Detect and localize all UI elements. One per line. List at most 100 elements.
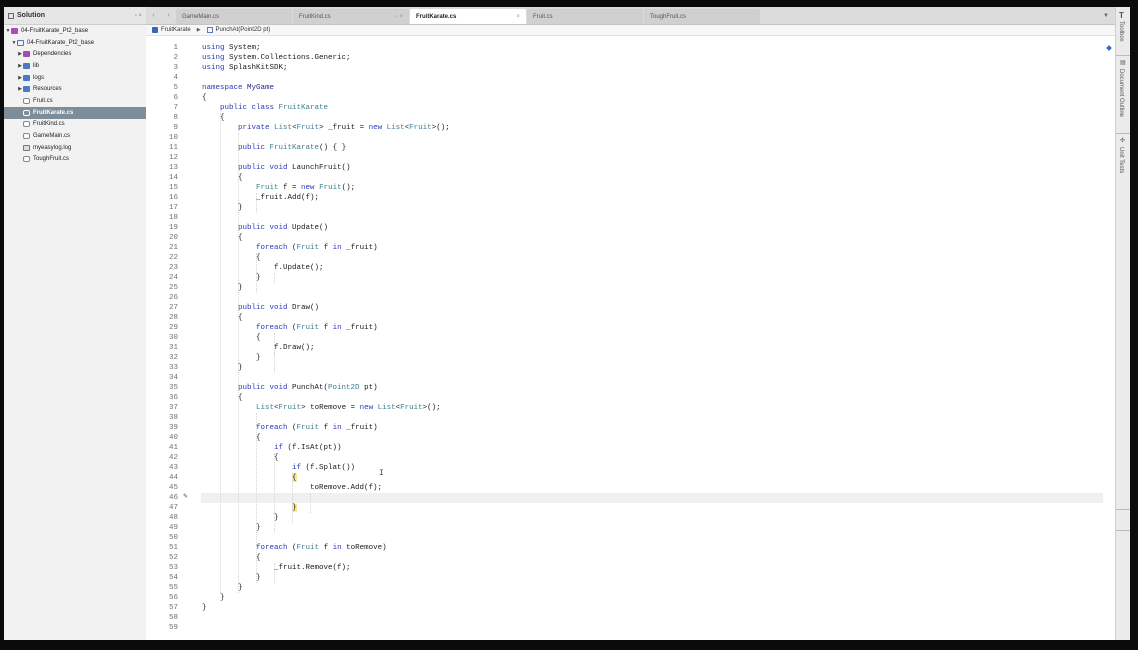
code-line[interactable]: public void LaunchFruit() bbox=[202, 163, 351, 173]
solution-tree-item[interactable]: ▼ 04-FruitKarate_Pt2_base bbox=[4, 25, 146, 37]
code-line[interactable]: } bbox=[202, 363, 243, 373]
ide-window: Solution ▫ × ▼ 04-FruitKarate_Pt2_base ▼ 04… bbox=[4, 7, 1130, 640]
breadcrumb-class[interactable]: FruitKarate bbox=[161, 27, 191, 33]
code-line[interactable]: using System; bbox=[202, 43, 261, 53]
line-number: 11 bbox=[168, 144, 178, 152]
line-number: 56 bbox=[168, 594, 178, 602]
code-line[interactable]: { bbox=[202, 113, 225, 123]
code-line[interactable]: } bbox=[202, 523, 261, 533]
code-line[interactable]: } bbox=[202, 593, 225, 603]
tab-close-icon[interactable]: ▫ × bbox=[396, 14, 403, 20]
code-line[interactable]: public class FruitKarate bbox=[202, 103, 328, 113]
code-line[interactable]: public FruitKarate() { } bbox=[202, 143, 346, 153]
breadcrumb-separator-icon: ▶ bbox=[196, 27, 201, 33]
solution-tree-item[interactable]: ToughFruit.cs bbox=[4, 154, 146, 166]
breadcrumb-member[interactable]: PunchAt(Point2D pt) bbox=[216, 27, 271, 33]
line-number: 1 bbox=[173, 44, 178, 52]
code-line[interactable]: } bbox=[202, 513, 279, 523]
toolbox-icon[interactable]: T bbox=[1119, 11, 1125, 20]
solution-tree-item[interactable]: ▶ logs bbox=[4, 72, 146, 84]
solution-tree-item[interactable]: FruitKind.cs bbox=[4, 119, 146, 131]
tab-navigation: ‹ › bbox=[146, 12, 176, 19]
indent-guide bbox=[238, 133, 239, 593]
solution-tree-item[interactable]: GameMain.cs bbox=[4, 130, 146, 142]
code-line[interactable]: { bbox=[202, 233, 243, 243]
code-line[interactable]: public void PunchAt(Point2D pt) bbox=[202, 383, 378, 393]
line-number: 16 bbox=[168, 194, 178, 202]
editor-tab[interactable]: FruitKarate.cs × bbox=[410, 9, 526, 24]
unit-tests-icon[interactable]: ✣ bbox=[1120, 137, 1126, 144]
solution-tree-item[interactable]: ▼ 04-FruitKarate_Pt2_base bbox=[4, 37, 146, 49]
line-number: 34 bbox=[168, 374, 178, 382]
code-line[interactable]: if (f.IsAt(pt)) bbox=[202, 443, 342, 453]
line-number: 15 bbox=[168, 184, 178, 192]
line-number: 49 bbox=[168, 524, 178, 532]
editor-tab[interactable]: Fruit.cs bbox=[527, 9, 643, 24]
code-line[interactable]: foreach (Fruit f in _fruit) bbox=[202, 423, 378, 433]
code-line[interactable]: foreach (Fruit f in toRemove) bbox=[202, 543, 387, 553]
pad-document-outline[interactable]: Document Outline bbox=[1118, 69, 1124, 117]
code-line[interactable]: { bbox=[202, 433, 261, 443]
line-number: 59 bbox=[168, 624, 178, 632]
code-editor[interactable]: 1 using System; 2 using System.Collections.… bbox=[146, 36, 1115, 640]
editor-tab[interactable]: GameMain.cs bbox=[176, 9, 292, 24]
code-line[interactable]: using System.Collections.Generic; bbox=[202, 53, 351, 63]
code-line[interactable]: private List<Fruit> _fruit = new List<Fr… bbox=[202, 123, 450, 133]
code-line[interactable]: { bbox=[202, 473, 297, 483]
pads-strip: T Toolbox ▤ Document Outline ✣ Unit Test… bbox=[1115, 7, 1130, 640]
code-line[interactable]: { bbox=[202, 393, 243, 403]
code-line[interactable]: foreach (Fruit f in _fruit) bbox=[202, 243, 378, 253]
tab-dropdown-icon[interactable]: ▼ bbox=[1103, 13, 1109, 19]
solution-tree-item[interactable]: FruitKarate.cs bbox=[4, 106, 146, 119]
code-line[interactable]: } bbox=[202, 503, 297, 513]
code-line[interactable]: } bbox=[202, 283, 243, 293]
line-number: 42 bbox=[168, 454, 178, 462]
editor-tab[interactable]: FruitKind.cs ▫ × bbox=[293, 9, 409, 24]
line-number: 8 bbox=[173, 114, 178, 122]
code-line[interactable]: } bbox=[202, 273, 261, 283]
code-line[interactable]: { bbox=[202, 453, 279, 463]
code-line[interactable]: { bbox=[202, 93, 207, 103]
document-outline-icon[interactable]: ▤ bbox=[1120, 59, 1126, 66]
code-line[interactable]: { bbox=[202, 553, 261, 563]
nav-back-icon[interactable]: ‹ bbox=[152, 12, 154, 19]
code-line[interactable]: { bbox=[202, 333, 261, 343]
solution-tree-item-label: FruitKarate.cs bbox=[33, 109, 74, 116]
code-line[interactable]: if (f.Splat()) bbox=[202, 463, 355, 473]
code-line[interactable]: } bbox=[202, 573, 261, 583]
code-line[interactable]: Fruit f = new Fruit(); bbox=[202, 183, 355, 193]
solution-tree-item[interactable]: ▶ Resources bbox=[4, 83, 146, 95]
nav-forward-icon[interactable]: › bbox=[167, 12, 169, 19]
code-line[interactable]: } bbox=[202, 603, 207, 613]
tab-close-icon[interactable]: × bbox=[516, 14, 520, 20]
line-number: 5 bbox=[173, 84, 178, 92]
code-line[interactable]: } bbox=[202, 583, 243, 593]
code-line[interactable]: namespace MyGame bbox=[202, 83, 274, 93]
code-line[interactable]: foreach (Fruit f in _fruit) bbox=[202, 323, 378, 333]
solution-tree-item[interactable]: myeasylog.log bbox=[4, 142, 146, 154]
solution-tree-item[interactable]: Fruit.cs bbox=[4, 95, 146, 107]
solution-tree-item-label: myeasylog.log bbox=[33, 144, 72, 151]
solution-tree-item[interactable]: ▶ lib bbox=[4, 60, 146, 72]
code-line[interactable]: { bbox=[202, 313, 243, 323]
current-line-highlight bbox=[201, 493, 1103, 503]
solution-tree-item[interactable]: ▶ Dependencies bbox=[4, 48, 146, 60]
line-number: 9 bbox=[173, 124, 178, 132]
editor-tab[interactable]: ToughFruit.cs bbox=[644, 9, 760, 24]
line-number: 54 bbox=[168, 574, 178, 582]
code-line[interactable]: } bbox=[202, 203, 243, 213]
pad-unit-tests[interactable]: Unit Tests bbox=[1118, 147, 1124, 173]
line-number: 46 bbox=[168, 494, 178, 502]
code-line[interactable]: { bbox=[202, 173, 243, 183]
code-line[interactable]: _fruit.Remove(f); bbox=[202, 563, 351, 573]
code-line[interactable]: { bbox=[202, 253, 261, 263]
code-line[interactable]: using SplashKitSDK; bbox=[202, 63, 288, 73]
solution-pane-controls[interactable]: ▫ × bbox=[135, 13, 142, 19]
line-number: 14 bbox=[168, 174, 178, 182]
code-line[interactable]: f.Draw(); bbox=[202, 343, 315, 353]
indent-guide bbox=[292, 473, 293, 523]
pad-toolbox[interactable]: Toolbox bbox=[1118, 21, 1124, 42]
code-line[interactable]: } bbox=[202, 353, 261, 363]
quick-fix-icon[interactable]: ✎ bbox=[183, 493, 188, 500]
line-number: 7 bbox=[173, 104, 178, 112]
